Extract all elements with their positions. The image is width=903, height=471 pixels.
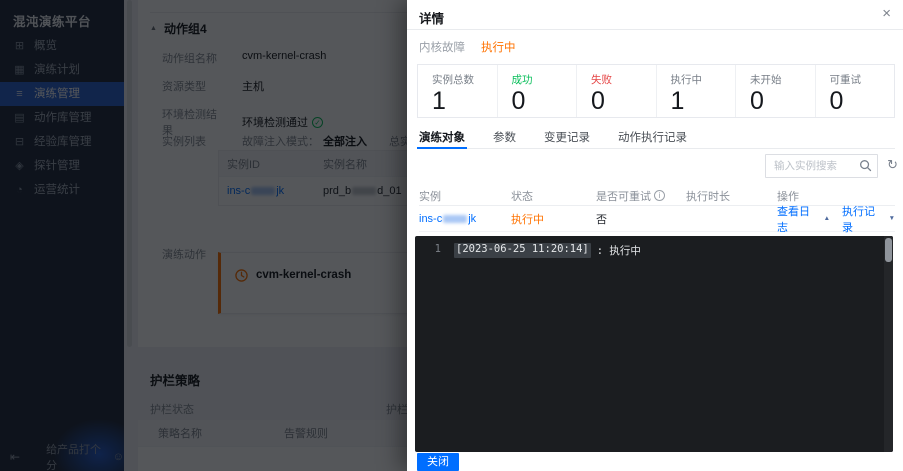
close-icon[interactable]: × (882, 5, 891, 23)
log-line: 1 [2023-06-25 11:20:14] : 执行中 (415, 236, 893, 258)
column-header: 操作 (777, 190, 799, 203)
tab-change-record[interactable]: 变更记录 (544, 129, 590, 148)
stat-label-4: 未开始 (750, 74, 782, 86)
search-row: ↻ (419, 152, 903, 180)
detail-drawer: 详情 × 内核故障 执行中 实例总数 1 成功 0 失败 0 执行中 1 未开始… (407, 0, 903, 471)
stat-label-3: 执行中 (670, 74, 703, 86)
row-operations: 查看日志 ▲ 执行记录 ▼ (777, 203, 895, 235)
log-console[interactable]: 1 [2023-06-25 11:20:14] : 执行中 (415, 236, 893, 452)
stat-value: 0 (750, 87, 764, 115)
drawer-tabs: 演练对象 参数 变更记录 动作执行记录 (417, 129, 895, 149)
stat-retryable: 可重试 0 (814, 65, 895, 117)
console-scrollbar-track (884, 236, 893, 452)
search-icon[interactable] (859, 159, 872, 172)
instance-search-box (765, 154, 878, 178)
instance-id-link[interactable]: ins-cjk (419, 213, 511, 225)
exercise-object-table: 实例 状态 是否可重试 i 执行时长 操作 ins-c jk 执行中 否 查看日志… (419, 186, 895, 235)
stat-failed: 失败 0 (576, 65, 656, 117)
stat-not-started: 未开始 0 (735, 65, 815, 117)
stat-label-0: 实例总数 (432, 74, 474, 86)
refresh-icon[interactable]: ↻ (887, 157, 898, 173)
view-log-link[interactable]: 查看日志 ▲ (777, 203, 830, 235)
fault-type-label: 内核故障 (419, 42, 465, 54)
log-timestamp: [2023-06-25 11:20:14] (454, 243, 591, 258)
stat-value: 0 (829, 87, 844, 115)
info-icon[interactable]: i (654, 190, 665, 201)
stat-value: 1 (432, 87, 446, 115)
column-header: 执行时长 (686, 190, 730, 203)
stats-summary: 实例总数 1 成功 0 失败 0 执行中 1 未开始 0 可重试 0 (417, 64, 895, 118)
caret-up-icon: ▲ (823, 215, 830, 222)
stat-value: 0 (511, 87, 526, 115)
execution-status: 执行中 (481, 42, 516, 54)
row-retryable: 否 (596, 213, 607, 226)
stat-executing: 执行中 1 (655, 65, 736, 117)
app-root: 混沌演练平台 ⊞ 概览 ▦ 演练计划 ≡ 演练管理 ▤ 动作库管理 ⊟ 经验库管… (0, 0, 903, 471)
tab-parameters[interactable]: 参数 (493, 129, 516, 148)
stat-success: 成功 0 (496, 65, 577, 117)
row-status: 执行中 (511, 213, 544, 226)
column-header-retryable: 是否可重试 i (596, 188, 686, 204)
fault-status-row: 内核故障 执行中 (419, 39, 516, 55)
console-scrollbar-thumb[interactable] (885, 238, 892, 262)
log-message: : 执行中 (596, 245, 641, 257)
redacted-text (443, 214, 468, 223)
log-line-number: 1 (434, 243, 441, 255)
exec-record-link[interactable]: 执行记录 ▼ (842, 203, 895, 235)
caret-down-icon: ▼ (888, 215, 895, 222)
stat-total-instances: 实例总数 1 (418, 65, 497, 117)
column-header: 实例 (419, 190, 441, 203)
tab-action-exec-record[interactable]: 动作执行记录 (618, 129, 687, 148)
stat-label-5: 可重试 (829, 74, 862, 86)
drawer-title: 详情 (419, 12, 445, 26)
stat-label-2: 失败 (591, 74, 612, 86)
stat-label-1: 成功 (511, 74, 533, 86)
stat-value: 1 (670, 87, 685, 115)
close-button[interactable]: 关闭 (417, 453, 459, 471)
tab-exercise-object[interactable]: 演练对象 (417, 129, 467, 149)
column-header: 状态 (511, 190, 533, 203)
drawer-header: 详情 × (407, 0, 903, 30)
table-row: ins-c jk 执行中 否 查看日志 ▲ 执行记录 ▼ (419, 203, 895, 235)
stat-value: 0 (591, 87, 605, 115)
